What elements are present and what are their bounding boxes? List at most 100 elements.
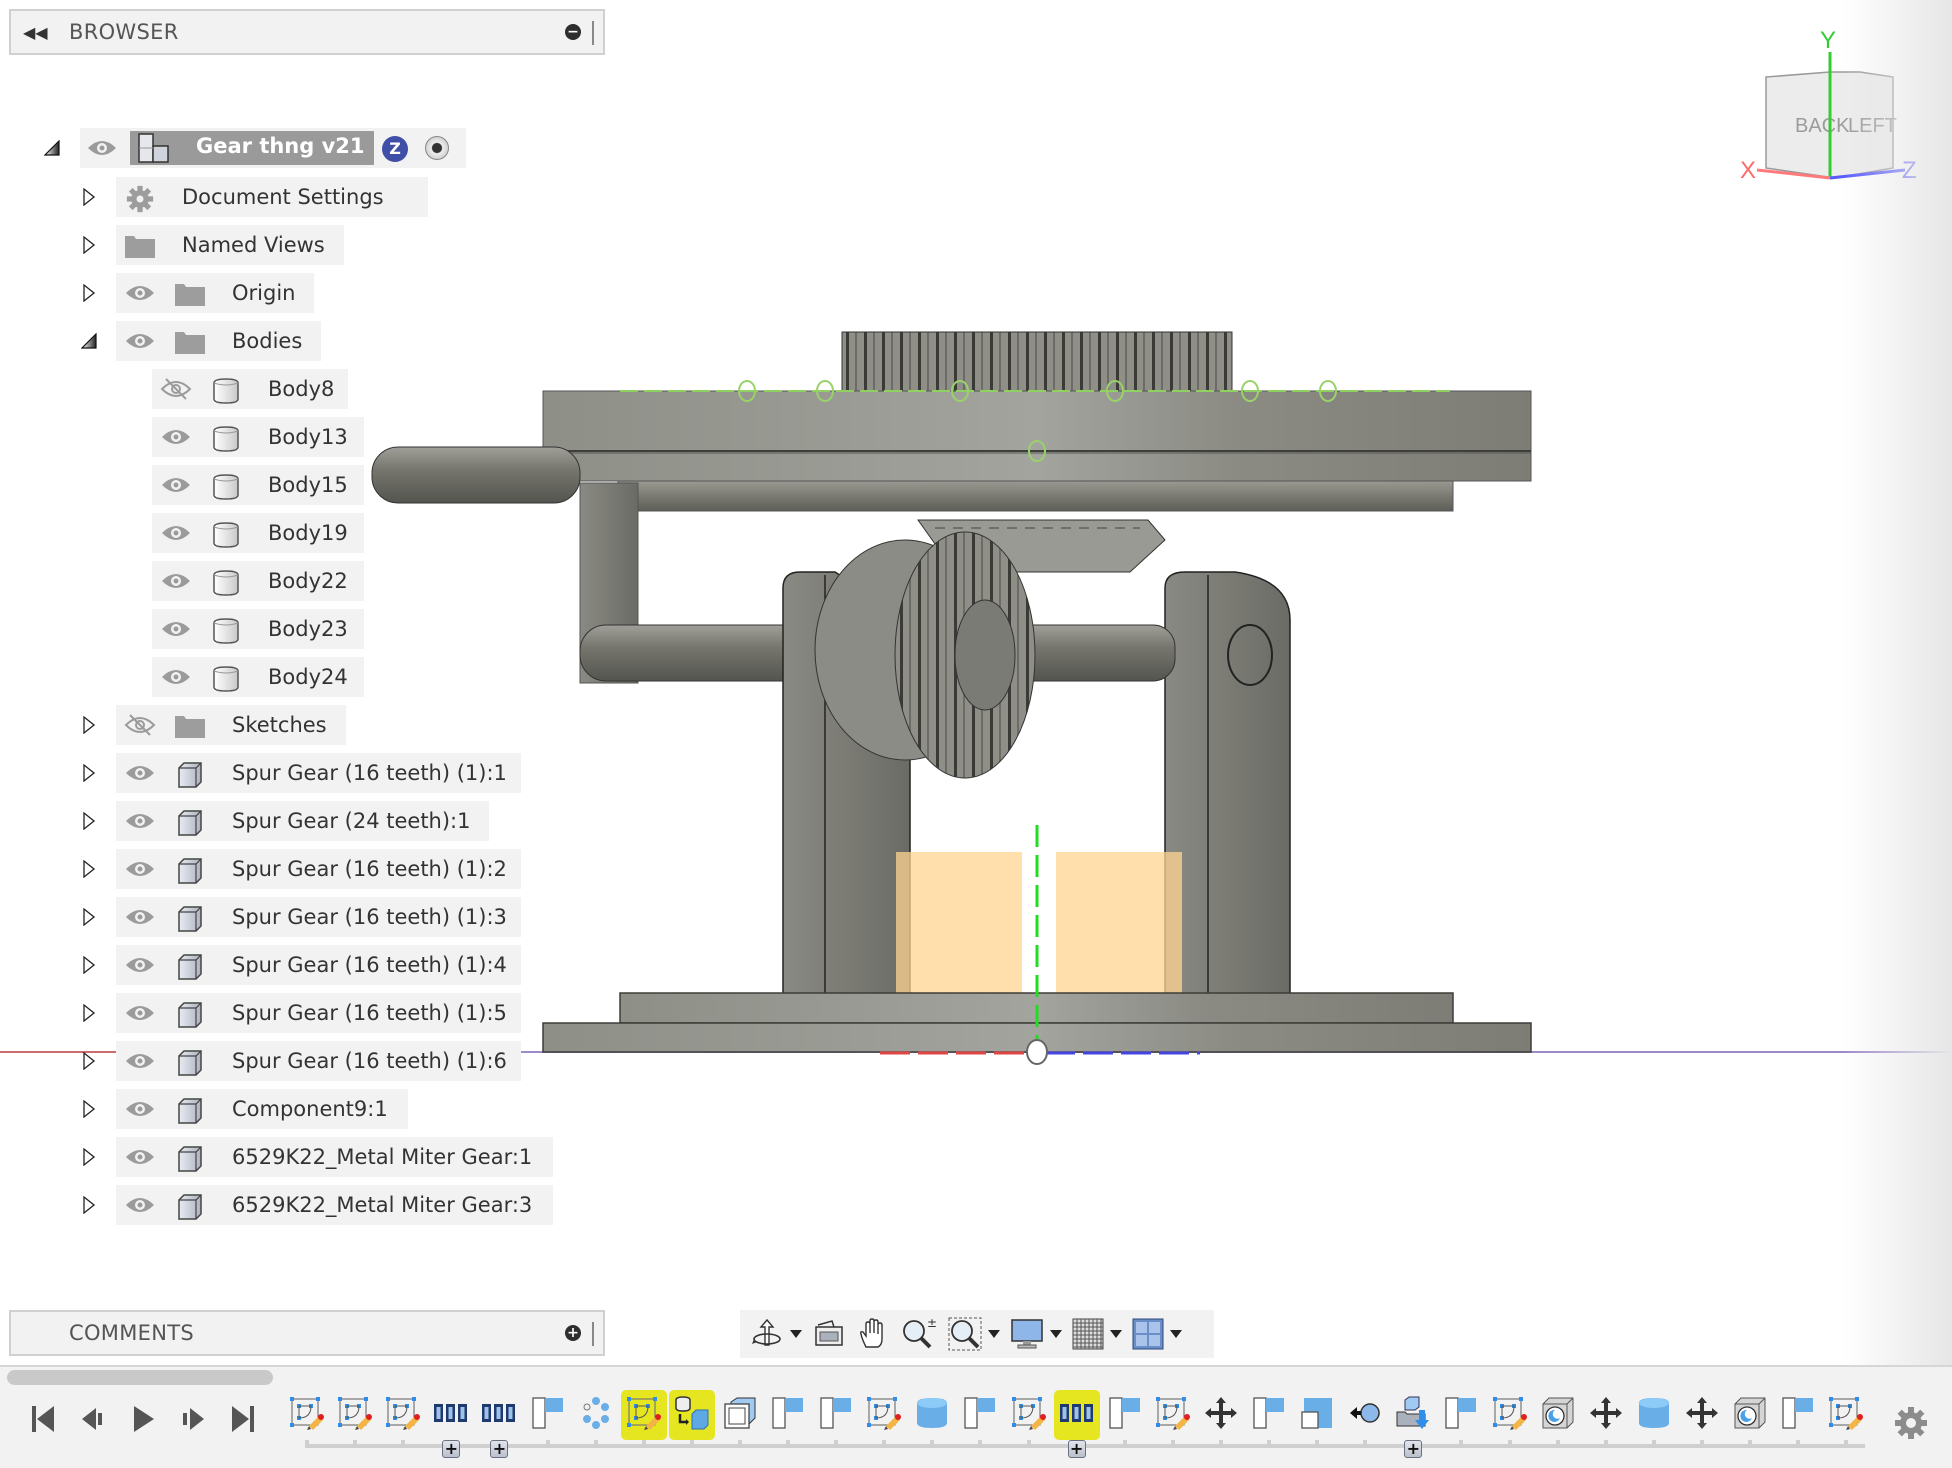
horizontal-scrollbar[interactable]	[7, 1370, 273, 1385]
timeline-feature-shell[interactable]	[717, 1390, 763, 1440]
timeline-feature-pattern[interactable]	[476, 1390, 522, 1440]
expand-group-button[interactable]: +	[1404, 1440, 1423, 1458]
timeline-feature-extrude[interactable]	[1102, 1390, 1148, 1440]
expand-toggle-icon[interactable]	[80, 284, 98, 302]
tree-item-chip[interactable]: Named Views	[116, 225, 344, 265]
eye-icon[interactable]	[160, 665, 192, 689]
expand-toggle-icon[interactable]	[80, 236, 98, 254]
expand-toggle-icon[interactable]	[80, 1100, 98, 1118]
minimize-panel-button[interactable]: −	[565, 24, 581, 40]
eye-hidden-icon[interactable]	[160, 377, 192, 401]
dropdown-arrow-icon[interactable]	[790, 1330, 802, 1338]
dropdown-arrow-icon[interactable]	[1050, 1330, 1062, 1338]
eye-icon[interactable]	[86, 136, 118, 160]
expand-toggle-icon[interactable]	[80, 764, 98, 782]
eye-icon[interactable]	[124, 761, 156, 785]
timeline-feature-hole[interactable]	[1535, 1390, 1581, 1440]
expand-toggle-icon[interactable]	[80, 1148, 98, 1166]
tree-item-chip[interactable]: 6529K22_Metal Miter Gear:1	[116, 1137, 553, 1177]
eye-icon[interactable]	[124, 1049, 156, 1073]
go-to-start-button[interactable]	[18, 1398, 68, 1444]
activate-radio-button[interactable]	[425, 136, 449, 160]
timeline-feature-extrude[interactable]	[1438, 1390, 1484, 1440]
eye-icon[interactable]	[124, 1001, 156, 1025]
eye-icon[interactable]	[124, 953, 156, 977]
tree-item-chip[interactable]: Spur Gear (16 teeth) (1):3	[116, 897, 521, 937]
zoom-tool-button[interactable]: ±	[900, 1317, 938, 1351]
expand-toggle-icon[interactable]	[80, 1052, 98, 1070]
tree-item-chip[interactable]: Gear thng v21 Z	[80, 128, 466, 168]
timeline-feature-sketch[interactable]	[1150, 1390, 1196, 1440]
expand-toggle-icon[interactable]	[80, 1196, 98, 1214]
eye-icon[interactable]	[160, 569, 192, 593]
expand-group-button[interactable]: +	[442, 1440, 461, 1458]
timeline-feature-extrude[interactable]	[525, 1390, 571, 1440]
tree-item-chip[interactable]: Body8	[152, 369, 348, 409]
tree-item-chip[interactable]: Origin	[116, 273, 314, 313]
display-settings-tool-button[interactable]	[1010, 1317, 1062, 1351]
timeline-feature-sketch[interactable]	[332, 1390, 378, 1440]
orbit-tool-button[interactable]	[750, 1317, 802, 1351]
dropdown-arrow-icon[interactable]	[1110, 1330, 1122, 1338]
tree-item-chip[interactable]: 6529K22_Metal Miter Gear:3	[116, 1185, 553, 1225]
timeline-feature-extrude[interactable]	[813, 1390, 859, 1440]
timeline-feature-hole[interactable]	[1727, 1390, 1773, 1440]
expand-toggle-icon[interactable]	[80, 1004, 98, 1022]
expand-toggle-icon[interactable]	[80, 188, 98, 206]
timeline-settings-button[interactable]	[1893, 1405, 1929, 1445]
tree-item-chip[interactable]: Document Settings	[116, 177, 428, 217]
comments-panel-header[interactable]: ◀◀ COMMENTS +	[9, 1310, 605, 1356]
timeline-feature-sketch[interactable]	[1006, 1390, 1052, 1440]
eye-icon[interactable]	[124, 857, 156, 881]
timeline-feature-move[interactable]	[1583, 1390, 1629, 1440]
timeline-feature-circular-pattern[interactable]	[573, 1390, 619, 1440]
tree-item-chip[interactable]: Body22	[152, 561, 364, 601]
eye-icon[interactable]	[124, 281, 156, 305]
step-forward-button[interactable]	[168, 1398, 218, 1444]
timeline-feature-derive[interactable]	[668, 1390, 715, 1440]
eye-icon[interactable]	[124, 809, 156, 833]
timeline-feature-sketch[interactable]	[620, 1390, 667, 1440]
tree-item-chip[interactable]: Spur Gear (24 teeth):1	[116, 801, 489, 841]
expand-toggle-icon[interactable]	[80, 860, 98, 878]
viewports-tool-button[interactable]	[1132, 1318, 1182, 1350]
eye-icon[interactable]	[160, 473, 192, 497]
eye-icon[interactable]	[160, 425, 192, 449]
tree-item-chip[interactable]: Spur Gear (16 teeth) (1):5	[116, 993, 521, 1033]
timeline-feature-sketch[interactable]	[380, 1390, 426, 1440]
collapse-panel-icon[interactable]: ◀◀	[23, 23, 48, 42]
panel-resize-handle[interactable]	[592, 21, 597, 45]
timeline-feature-sketch[interactable]	[1487, 1390, 1533, 1440]
add-comment-button[interactable]: +	[565, 1325, 581, 1341]
tree-item-chip[interactable]: Body13	[152, 417, 364, 457]
tree-item-chip[interactable]: Spur Gear (16 teeth) (1):2	[116, 849, 521, 889]
timeline-feature-insert[interactable]	[1390, 1390, 1436, 1440]
expand-toggle-icon[interactable]	[80, 956, 98, 974]
timeline-feature-sketch[interactable]	[284, 1390, 330, 1440]
timeline-feature-extrude[interactable]	[1775, 1390, 1821, 1440]
timeline-feature-cylinder[interactable]	[909, 1390, 955, 1440]
look-at-tool-button[interactable]	[812, 1317, 846, 1351]
tree-item-chip[interactable]: Body15	[152, 465, 364, 505]
eye-icon[interactable]	[124, 1193, 156, 1217]
eye-icon[interactable]	[160, 617, 192, 641]
tree-item-chip[interactable]: Spur Gear (16 teeth) (1):6	[116, 1041, 521, 1081]
expand-group-button[interactable]: +	[1067, 1440, 1086, 1458]
timeline-feature-extrude[interactable]	[1246, 1390, 1292, 1440]
timeline-feature-combine[interactable]	[1294, 1390, 1340, 1440]
collapse-toggle-icon[interactable]	[43, 139, 61, 157]
timeline-feature-joint[interactable]	[1342, 1390, 1388, 1440]
dropdown-arrow-icon[interactable]	[1170, 1330, 1182, 1338]
timeline-feature-cylinder[interactable]	[1631, 1390, 1677, 1440]
collapse-toggle-icon[interactable]	[80, 332, 98, 350]
step-back-button[interactable]	[68, 1398, 118, 1444]
tree-item-chip[interactable]: Spur Gear (16 teeth) (1):4	[116, 945, 521, 985]
timeline-feature-pattern[interactable]	[1053, 1390, 1100, 1440]
eye-icon[interactable]	[124, 1097, 156, 1121]
eye-icon[interactable]	[160, 521, 192, 545]
eye-icon[interactable]	[124, 1145, 156, 1169]
eye-icon[interactable]	[124, 905, 156, 929]
timeline-feature-pattern[interactable]	[428, 1390, 474, 1440]
browser-panel-header[interactable]: ◀◀ BROWSER −	[9, 9, 605, 55]
fit-tool-button[interactable]	[948, 1317, 1000, 1351]
